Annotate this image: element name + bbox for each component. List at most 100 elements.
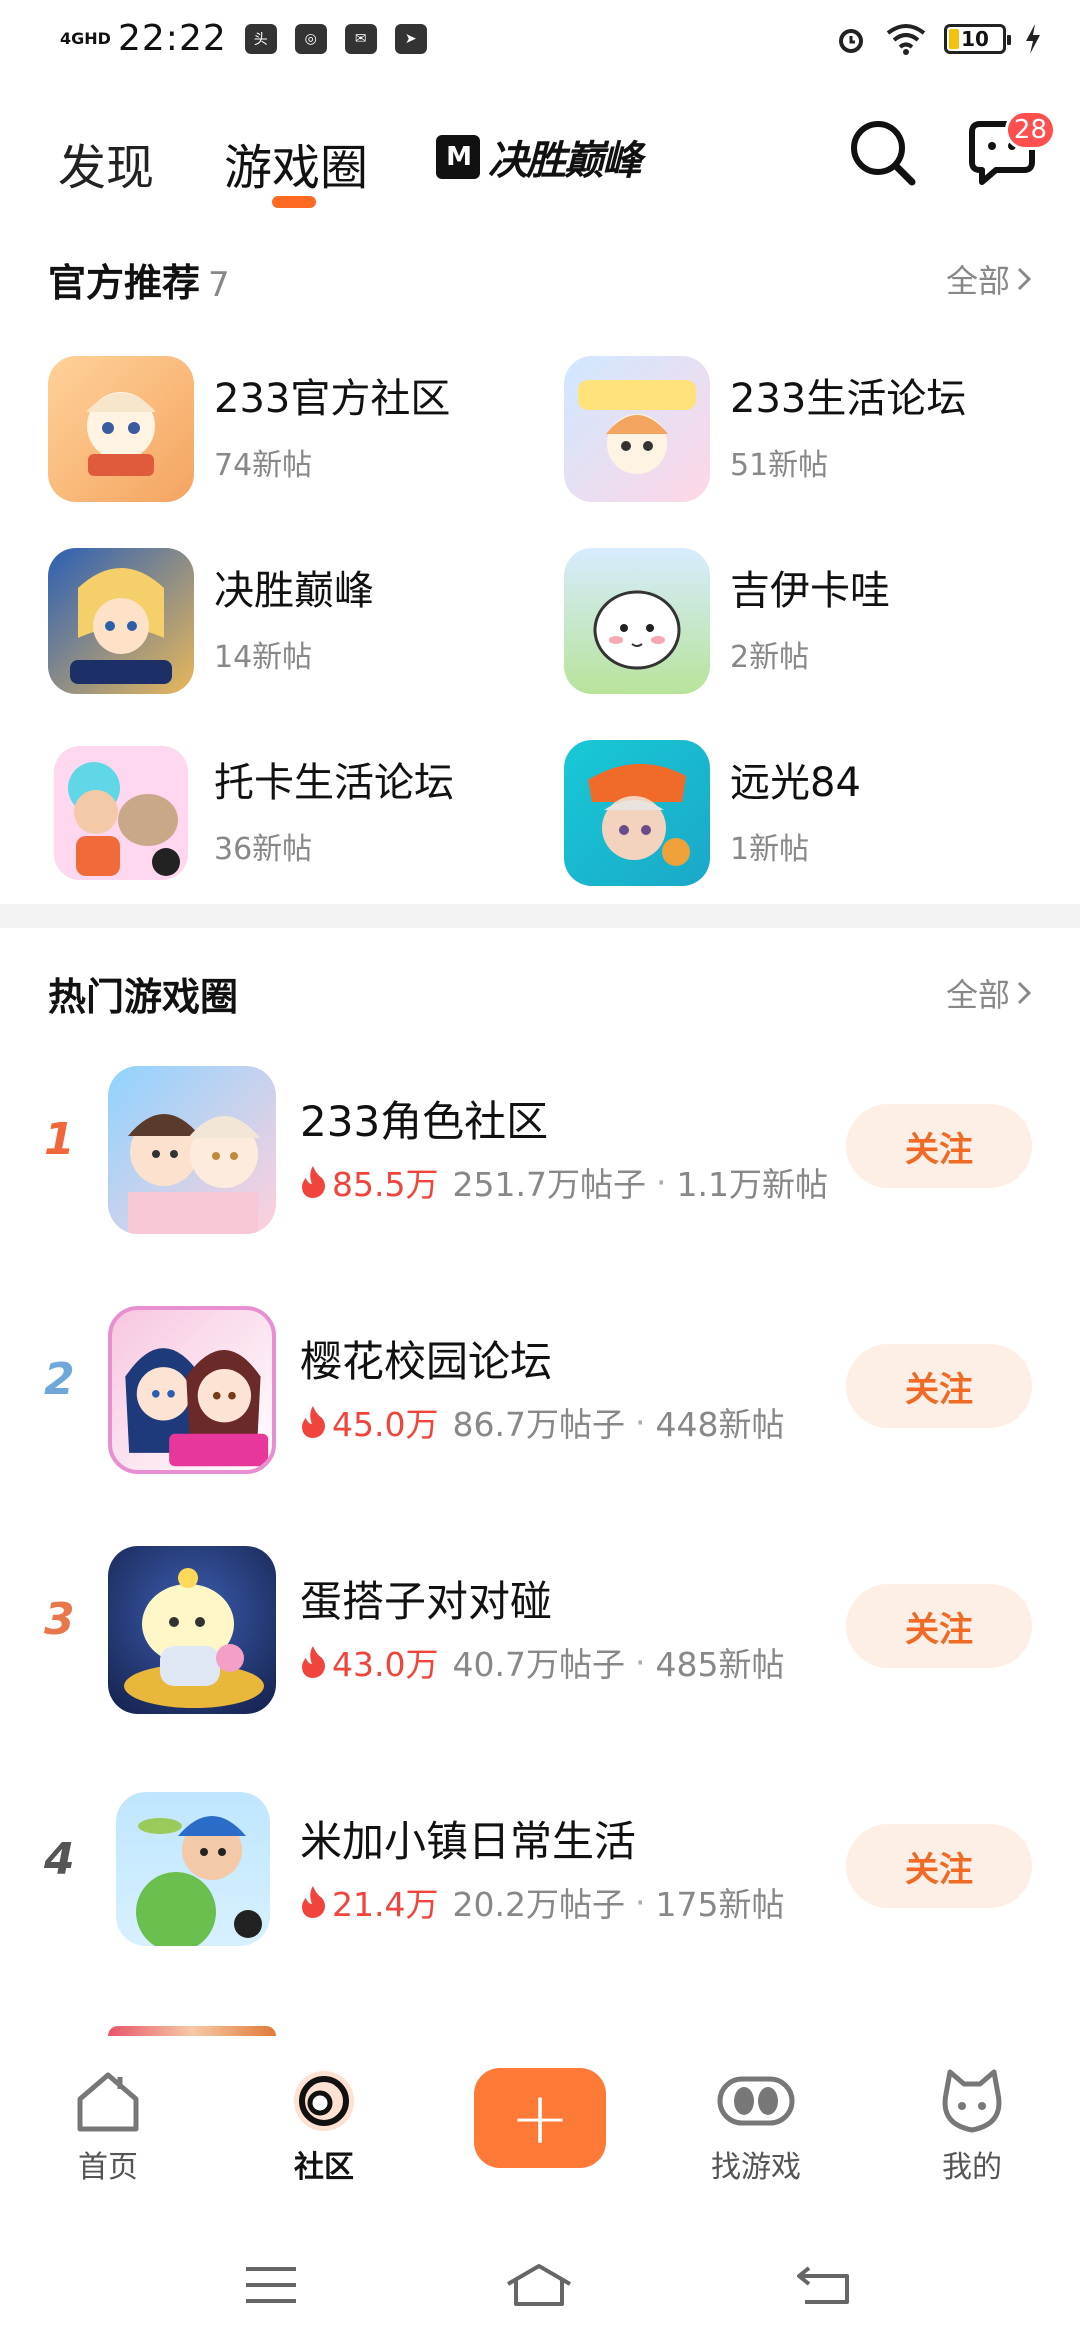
top-header: 发现 游戏圈 M 决胜巅峰 28: [0, 100, 1080, 210]
app-icon-miga-town: [116, 1792, 270, 1946]
posts-count: 86.7万帖子: [452, 1405, 625, 1444]
community-icon: [294, 2071, 354, 2131]
hot-row[interactable]: 2 樱花校园论坛 45.0万 86.7万帖子 · 448新帖 关注: [0, 1294, 1080, 1474]
rank-number: 3: [44, 1594, 75, 1645]
nav-community[interactable]: 社区: [254, 2066, 394, 2186]
status-time: 22:22: [118, 18, 227, 59]
official-item-new-posts: 2新帖: [730, 640, 810, 675]
messages-button[interactable]: 28: [966, 110, 1056, 188]
toutiao-icon: 头: [244, 23, 277, 54]
app-icon-chiikawa: [564, 548, 710, 694]
home-icon: [77, 2072, 139, 2132]
tab-discover[interactable]: 发现: [58, 128, 154, 198]
new-posts-count: 485新帖: [655, 1645, 785, 1684]
search-button[interactable]: [846, 116, 918, 188]
fire-icon: [302, 1406, 325, 1438]
heat-value: 43.0万: [332, 1645, 439, 1684]
search-icon: [851, 121, 916, 186]
fire-icon: [302, 1166, 325, 1198]
hot-row[interactable]: 1 233角色社区 85.5万 251.7万帖子 · 1.1万新帖 关注: [0, 1054, 1080, 1234]
section-divider: [0, 904, 1080, 928]
nav-label: 找游戏: [711, 2150, 801, 2185]
status-bar: 4GHD 22:22 头 ◎ ✉ ➤ 10: [0, 0, 1080, 84]
official-item-name: 决胜巅峰: [214, 568, 374, 614]
circle-stats: 21.4万 20.2万帖子 · 175新帖: [300, 1878, 784, 1926]
tab-game-circle[interactable]: 游戏圈: [224, 128, 368, 198]
app-icon-toca: [48, 740, 194, 886]
system-menu-button[interactable]: [226, 2250, 316, 2320]
official-item-chiikawa[interactable]: 吉伊卡哇 2新帖: [564, 546, 1064, 696]
circle-stats: 45.0万 86.7万帖子 · 448新帖: [300, 1398, 784, 1446]
menu-icon: [246, 2267, 296, 2303]
posts-count: 20.2万帖子: [452, 1885, 625, 1924]
message-badge: 28: [1004, 110, 1056, 150]
follow-button[interactable]: 关注: [846, 1584, 1032, 1668]
fire-icon: [302, 1646, 325, 1678]
official-item-233-life[interactable]: 233生活论坛 51新帖: [564, 354, 1064, 504]
follow-button[interactable]: 关注: [846, 1344, 1032, 1428]
battery-level: 10: [961, 27, 989, 51]
app-icon-233-role: [108, 1066, 276, 1234]
hot-row[interactable]: 4 米加小镇日常生活 21.4万 20.2万帖子 · 175新帖 关注: [0, 1774, 1080, 1954]
profile-icon: [942, 2069, 1002, 2133]
charging-icon: [1026, 24, 1040, 54]
official-item-name: 托卡生活论坛: [214, 760, 454, 806]
brand-logo-icon: M: [436, 135, 480, 179]
chevron-right-icon: [1017, 267, 1032, 291]
follow-button[interactable]: 关注: [846, 1104, 1032, 1188]
camera-icon: ◎: [294, 23, 327, 54]
battery-icon: 10: [944, 24, 1011, 54]
official-item-name: 233官方社区: [214, 376, 451, 422]
mail-icon: ✉: [344, 23, 377, 54]
telegram-icon: ➤: [394, 23, 427, 54]
official-item-name: 远光84: [730, 760, 861, 806]
create-post-button[interactable]: +: [474, 2068, 606, 2168]
heat-value: 85.5万: [332, 1165, 439, 1204]
official-item-new-posts: 74新帖: [214, 448, 313, 483]
nav-label: 社区: [294, 2150, 354, 2185]
alarm-icon: [839, 29, 863, 53]
bottom-nav: 首页 社区 + 找游戏 我的: [0, 2036, 1080, 2186]
hot-title: 热门游戏圈: [48, 975, 239, 1019]
official-item-name: 吉伊卡哇: [730, 568, 890, 614]
hot-view-all[interactable]: 全部: [946, 970, 1032, 1016]
system-nav-bar: [0, 2230, 1080, 2340]
app-icon-233-life: [564, 356, 710, 502]
app-icon-yuanguang84: [564, 740, 710, 886]
nav-home[interactable]: 首页: [38, 2066, 178, 2186]
rank-number: 4: [44, 1834, 75, 1885]
hot-row[interactable]: 3 蛋搭子对对碰 43.0万 40.7万帖子 · 485新帖 关注: [0, 1534, 1080, 1714]
system-home-button[interactable]: [494, 2250, 584, 2320]
nav-profile[interactable]: 我的: [902, 2066, 1042, 2186]
official-item-yuanguang84[interactable]: 远光84 1新帖: [564, 738, 1064, 888]
separator-dot: ·: [655, 1162, 667, 1202]
official-section-header: 官方推荐 7 全部: [48, 252, 1032, 312]
circle-stats: 85.5万 251.7万帖子 · 1.1万新帖: [300, 1158, 828, 1206]
app-icon-egg-party: [108, 1546, 276, 1714]
official-item-233-community[interactable]: 233官方社区 74新帖: [48, 354, 548, 504]
official-item-name: 233生活论坛: [730, 376, 967, 422]
rank-number: 1: [44, 1114, 75, 1165]
back-icon: [797, 2266, 849, 2304]
partial-row-icon: [108, 2026, 276, 2036]
system-back-button[interactable]: [778, 2250, 868, 2320]
posts-count: 40.7万帖子: [452, 1645, 625, 1684]
nav-label: 首页: [78, 2150, 138, 2185]
separator-dot: ·: [634, 1882, 646, 1922]
circle-name: 蛋搭子对对碰: [300, 1577, 553, 1626]
official-view-all[interactable]: 全部: [946, 256, 1032, 302]
app-icon-sakura-school: [108, 1306, 276, 1474]
heat-value: 45.0万: [332, 1405, 439, 1444]
circle-name: 233角色社区: [300, 1097, 549, 1146]
chevron-right-icon: [1017, 981, 1032, 1005]
official-item-toca[interactable]: 托卡生活论坛 36新帖: [48, 738, 548, 888]
follow-button[interactable]: 关注: [846, 1824, 1032, 1908]
tab-brand-game[interactable]: M 决胜巅峰: [436, 128, 642, 186]
nav-find-games[interactable]: 找游戏: [686, 2066, 826, 2186]
wifi-icon: [886, 24, 926, 55]
official-item-juesheng[interactable]: 决胜巅峰 14新帖: [48, 546, 548, 696]
new-posts-count: 448新帖: [655, 1405, 785, 1444]
circle-name: 樱花校园论坛: [300, 1337, 553, 1386]
new-posts-count: 1.1万新帖: [676, 1165, 828, 1204]
official-item-new-posts: 14新帖: [214, 640, 313, 675]
